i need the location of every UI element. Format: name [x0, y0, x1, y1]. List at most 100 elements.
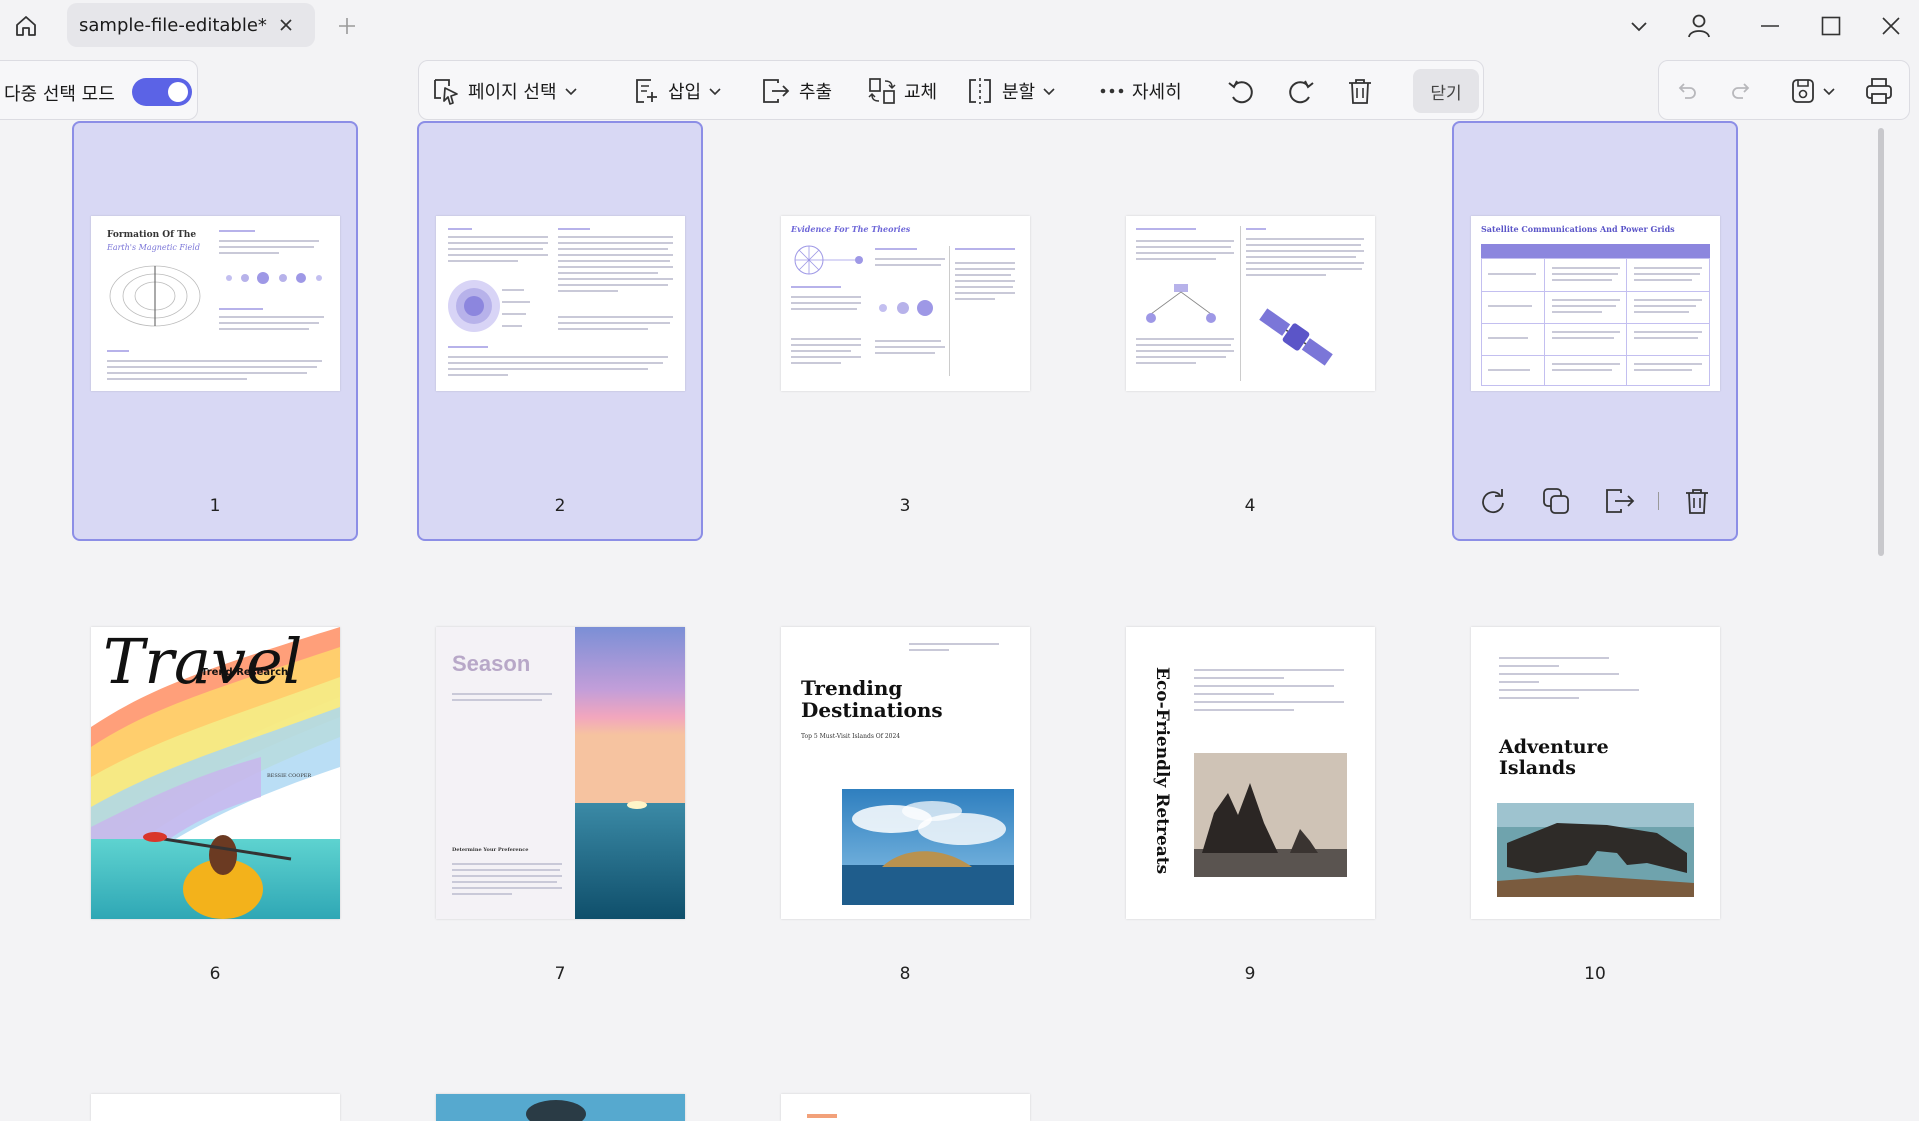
table-header [1481, 244, 1710, 258]
page-thumbnail-4 [1126, 216, 1375, 391]
chevron-down-icon [564, 88, 577, 96]
page-8-title: Trending Destinations [801, 676, 943, 722]
extract-page-icon[interactable] [1603, 484, 1637, 518]
planet-dots [226, 272, 322, 284]
page-toolbar: 페이지 선택 삽입 추출 교체 분할 자세히 닫기 [418, 60, 1484, 120]
page-select-button[interactable]: 페이지 선택 [431, 71, 578, 111]
page-thumbnail-9: Eco-Friendly Retreats [1126, 627, 1375, 919]
delete-button[interactable] [1345, 71, 1375, 111]
document-tab-title: sample-file-editable* [79, 15, 267, 36]
split-icon [969, 78, 991, 104]
home-icon[interactable] [10, 10, 42, 42]
table-body [1481, 258, 1710, 386]
split-button[interactable]: 분할 [965, 71, 1056, 111]
page-6-byline: BESSIE COOPER [267, 773, 312, 779]
network-diagram [1146, 284, 1216, 323]
minimize-icon[interactable] [1752, 10, 1788, 42]
chevron-down-icon [1043, 88, 1055, 96]
magnetic-field-diagram [109, 265, 201, 327]
page-thumbnail-3: Evidence For The Theories [781, 216, 1030, 391]
close-window-icon[interactable] [1873, 10, 1909, 42]
save-icon[interactable] [1787, 75, 1819, 107]
account-icon[interactable] [1681, 10, 1717, 42]
close-tab-icon[interactable] [274, 13, 298, 37]
page-number-2: 2 [554, 496, 566, 516]
page-7-title: Season [452, 651, 531, 676]
more-button[interactable]: 자세히 [1099, 71, 1182, 111]
rotate-left-icon [1228, 80, 1253, 104]
duplicate-page-icon[interactable] [1539, 484, 1573, 518]
page-10-title: Adventure Islands [1499, 736, 1609, 779]
satellite-illustration [1259, 308, 1333, 366]
orange-heading-fragment [807, 1114, 837, 1118]
page-number-4: 4 [1244, 496, 1256, 516]
save-options-chevron-icon[interactable] [1819, 75, 1839, 107]
planet-scale-dots [879, 300, 933, 316]
multi-select-toggle[interactable] [132, 78, 192, 106]
sunset-sea-photo [575, 627, 685, 919]
page-6-title: Travel [103, 627, 303, 698]
page-thumbnail-6: Travel Trend Research BESSIE COOPER [91, 627, 340, 919]
trash-icon [1349, 79, 1371, 104]
rotate-right-icon [1289, 80, 1314, 104]
page-number-1: 1 [209, 496, 221, 516]
insert-page-icon [636, 79, 657, 103]
extract-icon [763, 79, 790, 103]
earth-layers-diagram [448, 280, 530, 332]
document-tab[interactable]: sample-file-editable* [67, 3, 315, 47]
undo-icon[interactable] [1671, 75, 1703, 107]
rotate-page-icon[interactable] [1476, 484, 1510, 518]
chevron-down-icon[interactable] [1621, 10, 1657, 42]
title-bar: sample-file-editable* [0, 0, 1919, 52]
maximize-icon[interactable] [1813, 10, 1849, 42]
page-thumbnail-13 [781, 1094, 1030, 1121]
replace-icon [868, 78, 896, 104]
control-divider [1658, 492, 1659, 510]
pool-photo-partial [436, 1094, 685, 1121]
toggle-knob [168, 82, 188, 102]
page-1-subtitle: Earth's Magnetic Field [107, 243, 200, 252]
print-icon[interactable] [1863, 75, 1895, 107]
page-thumbnail-5: Satellite Communications And Power Grids [1471, 216, 1720, 391]
redo-icon[interactable] [1725, 75, 1757, 107]
page-5-title: Satellite Communications And Power Grids [1481, 224, 1675, 234]
delete-page-icon[interactable] [1680, 484, 1714, 518]
extract-label: 추출 [799, 82, 833, 103]
insert-button[interactable]: 삽입 [631, 71, 722, 111]
close-button[interactable]: 닫기 [1413, 69, 1479, 113]
rotate-left-button[interactable] [1225, 71, 1257, 111]
page-thumbnail-8: Trending Destinations Top 5 Must-Visit I… [781, 627, 1030, 919]
page-number-8: 8 [899, 964, 911, 984]
split-label: 분할 [1002, 82, 1036, 103]
page-3-title: Evidence For The Theories [791, 224, 911, 234]
page-6-badge: Trend Research [201, 667, 289, 678]
page-thumbnail-2 [436, 216, 685, 391]
more-label: 자세히 [1132, 82, 1182, 103]
rotate-right-button[interactable] [1285, 71, 1317, 111]
new-tab-icon[interactable] [333, 12, 361, 40]
page-1-title: Formation Of The [107, 230, 197, 240]
page-thumbnail-10: Adventure Islands [1471, 627, 1720, 919]
insert-label: 삽입 [668, 82, 702, 103]
page-thumbnail-7: Season Determine Your Preference [436, 627, 685, 919]
theory-diagram [794, 245, 863, 275]
multi-select-mode-label: 다중 선택 모드 [4, 84, 115, 105]
replace-label: 교체 [904, 82, 938, 103]
document-actions-bar [1658, 60, 1910, 120]
page-thumbnail-11 [91, 1094, 340, 1121]
page-8-subtitle: Top 5 Must-Visit Islands Of 2024 [801, 733, 901, 740]
page-select-label: 페이지 선택 [468, 82, 557, 103]
island-photo [842, 789, 1014, 905]
page-7-heading: Determine Your Preference [452, 847, 529, 853]
page-number-7: 7 [554, 964, 566, 984]
extract-button[interactable]: 추출 [760, 71, 832, 111]
chevron-down-icon [709, 88, 721, 96]
multi-select-mode-panel: 다중 선택 모드 [0, 60, 198, 120]
page-9-title: Eco-Friendly Retreats [1152, 667, 1172, 875]
more-dots-icon [1100, 88, 1124, 94]
scrollbar-thumb[interactable] [1878, 128, 1884, 556]
sea-arch-photo [1497, 803, 1694, 897]
rock-formation-photo [1194, 753, 1347, 877]
page-number-9: 9 [1244, 964, 1256, 984]
replace-button[interactable]: 교체 [867, 71, 937, 111]
